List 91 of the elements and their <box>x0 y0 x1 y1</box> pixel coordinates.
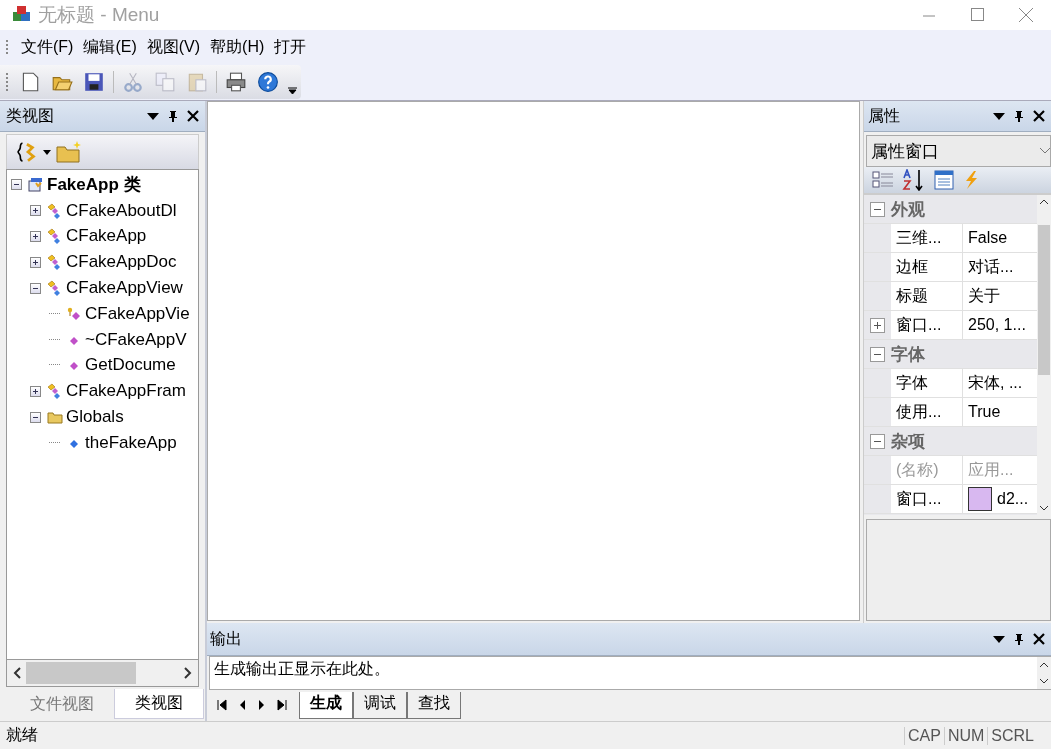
property-name[interactable]: 三维... <box>891 224 963 252</box>
property-name[interactable]: 窗口... <box>891 311 963 339</box>
tree-item[interactable]: CFakeAppView <box>66 278 183 299</box>
tree-item[interactable]: Globals <box>66 407 124 428</box>
collapse-icon[interactable] <box>870 346 885 362</box>
collapse-icon[interactable] <box>870 201 885 217</box>
category-label: 外观 <box>891 198 925 221</box>
tree-item[interactable]: CFakeAppDoc <box>66 252 177 273</box>
scroll-down-icon[interactable] <box>1039 678 1049 684</box>
scrollbar-thumb[interactable] <box>1038 225 1050 375</box>
status-text: 就绪 <box>6 725 39 745</box>
tab[interactable]: 类视图 <box>114 689 204 719</box>
expand-icon[interactable] <box>30 231 41 242</box>
close-icon[interactable] <box>1033 633 1045 645</box>
panel-title: 属性 <box>868 105 901 126</box>
menu-item[interactable]: 帮助(H) <box>205 34 270 60</box>
tab[interactable]: 文件视图 <box>10 689 114 719</box>
dropdown-icon[interactable] <box>993 634 1005 644</box>
property-pages-icon[interactable] <box>934 170 954 190</box>
property-name[interactable]: 窗口... <box>891 485 963 513</box>
close-icon[interactable] <box>1033 110 1045 122</box>
scrollbar-thumb[interactable] <box>26 662 136 684</box>
class-icon <box>47 228 63 245</box>
pin-icon[interactable] <box>1014 109 1024 123</box>
tree-item[interactable]: FakeApp 类 <box>47 173 141 197</box>
menu-item[interactable]: 视图(V) <box>141 34 206 60</box>
folder-icon <box>47 409 63 426</box>
scroll-right-icon[interactable] <box>184 667 192 679</box>
scroll-up-icon[interactable] <box>1039 199 1049 205</box>
class-icon <box>47 202 63 219</box>
tree-item[interactable]: CFakeAboutDl <box>66 200 177 221</box>
first-tab-icon[interactable] <box>217 699 227 711</box>
overflow-icon[interactable] <box>288 87 297 95</box>
close-icon[interactable] <box>187 110 199 122</box>
collapse-icon[interactable] <box>30 411 41 423</box>
scroll-left-icon[interactable] <box>13 667 21 679</box>
chevron-icon <box>1040 148 1050 154</box>
object-dropdown[interactable]: 属性窗口 <box>866 135 1051 167</box>
caret-icon[interactable] <box>43 149 51 155</box>
category-label: 字体 <box>891 343 925 366</box>
menu-item[interactable]: 编辑(E) <box>78 34 142 60</box>
braces-icon[interactable] <box>17 141 39 163</box>
categorized-icon[interactable] <box>872 170 894 190</box>
tree-item[interactable]: CFakeAppVie <box>85 303 190 324</box>
tree-item[interactable]: ~CFakeAppV <box>85 329 187 350</box>
window-title: 无标题 - Menu <box>38 3 161 27</box>
printer-icon[interactable] <box>225 71 247 93</box>
pin-icon[interactable] <box>1014 632 1024 646</box>
key-method-icon <box>66 305 82 322</box>
output-line: 生成输出正显示在此处。 <box>214 659 391 679</box>
pin-icon[interactable] <box>168 109 178 123</box>
property-name[interactable]: 标题 <box>891 282 963 310</box>
panel-title: 输出 <box>210 628 243 649</box>
property-name[interactable]: 边框 <box>891 253 963 281</box>
next-tab-icon[interactable] <box>258 699 265 711</box>
class-icon <box>47 254 63 271</box>
collapse-icon[interactable] <box>30 282 41 294</box>
collapse-icon[interactable] <box>11 179 22 191</box>
property-name[interactable]: 字体 <box>891 369 963 397</box>
maximize-icon[interactable] <box>970 8 984 22</box>
last-tab-icon[interactable] <box>277 699 287 711</box>
status-indicator: CAP <box>903 726 944 745</box>
collapse-icon[interactable] <box>870 433 885 449</box>
menu-item[interactable]: 打开 <box>269 34 312 60</box>
status-indicator: SCRL <box>987 726 1037 745</box>
class-icon <box>47 383 63 400</box>
scroll-up-icon[interactable] <box>1039 662 1049 668</box>
tree-item[interactable]: GetDocume <box>85 355 176 376</box>
category-label: 杂项 <box>891 430 925 453</box>
status-indicator: NUM <box>943 726 988 745</box>
dropdown-icon[interactable] <box>147 111 159 121</box>
expand-icon[interactable] <box>30 385 41 397</box>
class-icon <box>47 280 63 297</box>
scroll-down-icon[interactable] <box>1039 505 1049 511</box>
tree-item[interactable]: CFakeAppFram <box>66 381 186 402</box>
expand-icon[interactable] <box>870 317 885 333</box>
menu-item[interactable]: 文件(F) <box>16 34 79 60</box>
tree-item[interactable]: theFakeApp <box>85 432 177 453</box>
property-name[interactable]: 使用... <box>891 398 963 426</box>
panel-title: 类视图 <box>6 105 55 126</box>
expand-icon[interactable] <box>30 256 41 268</box>
previous-tab-icon[interactable] <box>239 699 246 711</box>
tab[interactable]: 生成 <box>299 691 353 719</box>
expand-icon[interactable] <box>30 205 41 217</box>
dropdown-icon[interactable] <box>993 111 1005 121</box>
tab[interactable]: 调试 <box>353 691 407 719</box>
sort-alphabetical-icon[interactable] <box>902 169 926 191</box>
tab[interactable]: 查找 <box>407 691 461 719</box>
help-icon[interactable] <box>257 71 279 93</box>
project-icon <box>28 176 44 193</box>
tree-item[interactable]: CFakeApp <box>66 226 147 247</box>
